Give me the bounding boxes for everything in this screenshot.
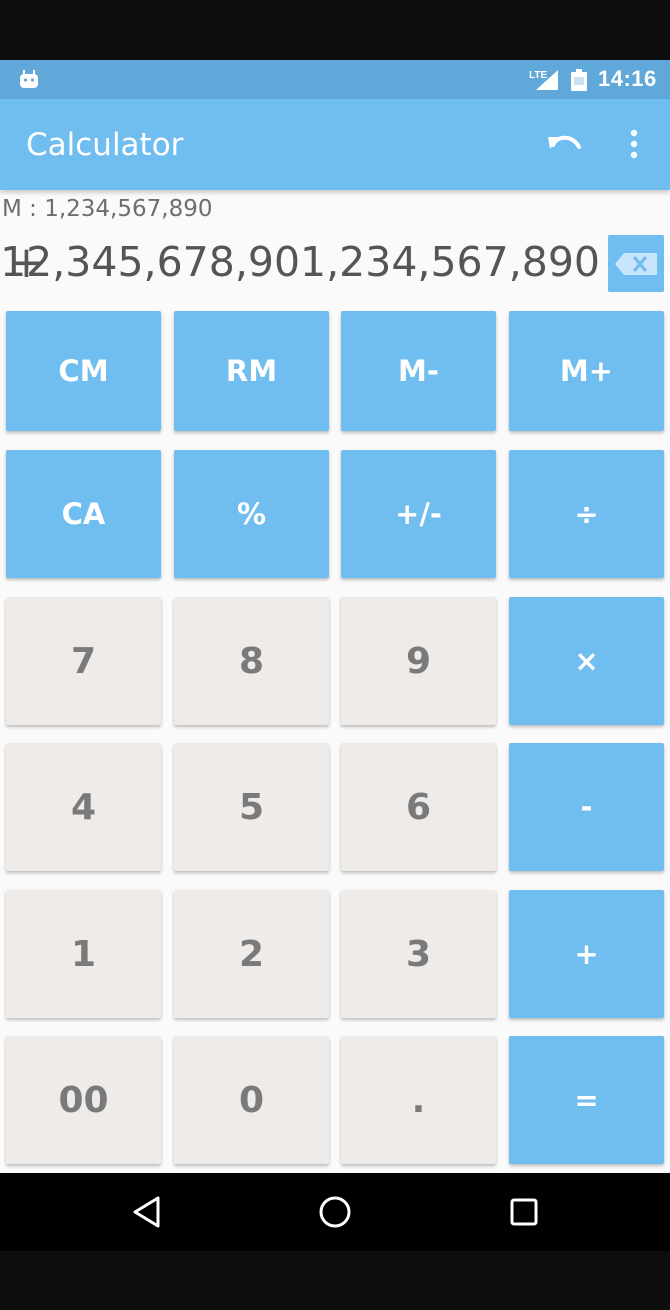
- undo-icon[interactable]: [545, 127, 585, 161]
- subtract-button[interactable]: -: [509, 743, 664, 871]
- digit-8-button[interactable]: 8: [174, 597, 329, 725]
- display-value: 12,345,678,901,234,567,890: [0, 238, 600, 286]
- sign-toggle-button[interactable]: +/-: [341, 450, 496, 578]
- recents-icon[interactable]: [509, 1197, 539, 1227]
- home-icon[interactable]: [318, 1195, 352, 1229]
- memory-add-button[interactable]: M+: [509, 311, 664, 431]
- digit-2-button[interactable]: 2: [174, 890, 329, 1018]
- navigation-bar: [0, 1173, 670, 1251]
- memory-subtract-button[interactable]: M-: [341, 311, 496, 431]
- status-bar: LTE 14:16: [0, 60, 670, 99]
- bottom-black-strip: [0, 1251, 670, 1310]
- digit-1-button[interactable]: 1: [6, 890, 161, 1018]
- more-vert-icon[interactable]: [620, 127, 648, 161]
- percent-button[interactable]: %: [174, 450, 329, 578]
- backspace-icon: [615, 253, 657, 275]
- network-label: LTE: [529, 70, 547, 81]
- digit-5-button[interactable]: 5: [174, 743, 329, 871]
- multiply-button[interactable]: ×: [509, 597, 664, 725]
- equals-button[interactable]: =: [509, 1036, 664, 1164]
- app-bar: Calculator: [0, 99, 670, 190]
- keypad: CM RM M- M+ CA% +/- ÷ 7 8 9 × 4 5 6- 1 2 3 +00 0. =: [0, 303, 670, 1173]
- memory-recall-button[interactable]: RM: [174, 311, 329, 431]
- digit-7-button[interactable]: 7: [6, 597, 161, 725]
- status-time: 14:16: [598, 66, 657, 91]
- android-notification-icon: [20, 70, 38, 88]
- lte-signal-icon: LTE: [529, 70, 558, 90]
- double-zero-button[interactable]: 00: [6, 1036, 161, 1164]
- calculator-display: M : 1,234,567,890 + 12,345,678,901,234,5…: [0, 190, 670, 303]
- digit-3-button[interactable]: 3: [341, 890, 496, 1018]
- decimal-point-button[interactable]: .: [341, 1036, 496, 1164]
- digit-6-button[interactable]: 6: [341, 743, 496, 871]
- digit-4-button[interactable]: 4: [6, 743, 161, 871]
- backspace-button[interactable]: [608, 235, 664, 292]
- clear-all-button[interactable]: CA: [6, 450, 161, 578]
- battery-icon: [571, 69, 587, 91]
- digit-9-button[interactable]: 9: [341, 597, 496, 725]
- add-button[interactable]: +: [509, 890, 664, 1018]
- digit-0-button[interactable]: 0: [174, 1036, 329, 1164]
- top-black-strip: [0, 0, 670, 60]
- memory-clear-button[interactable]: CM: [6, 311, 161, 431]
- memory-readout: M : 1,234,567,890: [2, 196, 213, 222]
- back-icon[interactable]: [132, 1195, 162, 1229]
- divide-button[interactable]: ÷: [509, 450, 664, 578]
- app-title: Calculator: [26, 127, 184, 163]
